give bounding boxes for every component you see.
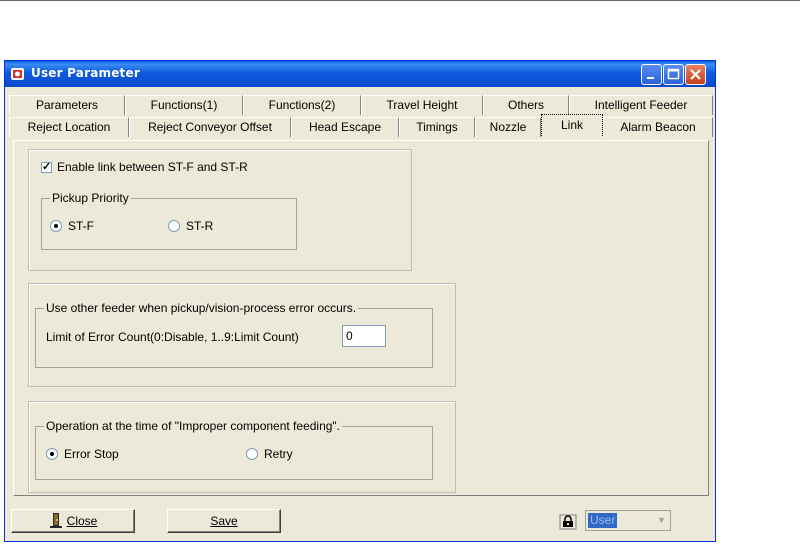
tab-intelligent-feeder[interactable]: Intelligent Feeder — [569, 95, 713, 115]
user-level-combo[interactable]: User ▼ — [585, 510, 671, 531]
operation-panel: Operation at the time of "Improper compo… — [28, 401, 456, 493]
st-f-label: ST-F — [68, 219, 94, 233]
save-button[interactable]: Save — [167, 509, 281, 533]
pickup-priority-title: Pickup Priority — [50, 191, 131, 205]
user-parameter-window: User Parameter Parameters Functions(1) F… — [4, 60, 716, 542]
tab-row-1: Parameters Functions(1) Functions(2) Tra… — [9, 95, 713, 115]
st-r-label: ST-R — [186, 219, 214, 233]
maximize-button[interactable] — [663, 64, 684, 85]
enable-link-row[interactable]: Enable link between ST-F and ST-R — [41, 160, 248, 174]
close-button[interactable]: Close — [11, 509, 135, 533]
st-f-radio[interactable] — [50, 220, 62, 232]
user-level-value: User — [588, 513, 618, 528]
limit-error-count-input[interactable] — [342, 325, 386, 347]
error-stop-label: Error Stop — [64, 447, 119, 461]
improper-feeding-group: Operation at the time of "Improper compo… — [35, 419, 433, 480]
chevron-down-icon[interactable]: ▼ — [654, 512, 669, 529]
exit-door-icon — [49, 513, 62, 528]
option-error-stop[interactable]: Error Stop — [46, 447, 119, 461]
tab-reject-location[interactable]: Reject Location — [9, 117, 129, 137]
tab-functions-1[interactable]: Functions(1) — [125, 95, 243, 115]
link-panel: Enable link between ST-F and ST-R Pickup… — [28, 149, 412, 271]
tab-reject-conveyor-offset[interactable]: Reject Conveyor Offset — [129, 117, 291, 137]
pickup-priority-group: Pickup Priority ST-F ST-R — [41, 191, 297, 250]
limit-error-label: Limit of Error Count(0:Disable, 1..9:Lim… — [46, 330, 299, 344]
close-icon — [690, 69, 701, 80]
option-retry[interactable]: Retry — [246, 447, 293, 461]
other-feeder-title: Use other feeder when pickup/vision-proc… — [44, 301, 359, 315]
error-panel: Use other feeder when pickup/vision-proc… — [28, 283, 456, 387]
enable-link-checkbox[interactable] — [41, 160, 52, 173]
tab-timings[interactable]: Timings — [399, 117, 475, 137]
error-stop-radio[interactable] — [46, 448, 58, 460]
option-st-f[interactable]: ST-F — [50, 219, 94, 233]
tab-link[interactable]: Link — [541, 114, 603, 136]
app-icon — [11, 68, 24, 80]
st-r-radio[interactable] — [168, 220, 180, 232]
tab-others[interactable]: Others — [483, 95, 569, 115]
retry-radio[interactable] — [246, 448, 258, 460]
tab-travel-height[interactable]: Travel Height — [361, 95, 483, 115]
other-feeder-group: Use other feeder when pickup/vision-proc… — [35, 301, 433, 368]
option-st-r[interactable]: ST-R — [168, 219, 213, 233]
retry-label: Retry — [264, 447, 293, 461]
tab-alarm-beacon[interactable]: Alarm Beacon — [603, 117, 713, 137]
tab-row-2: Reject Location Reject Conveyor Offset H… — [9, 114, 713, 137]
window-title: User Parameter — [31, 66, 140, 80]
footer-bar: Close Save User ▼ — [11, 506, 711, 536]
lock-icon[interactable] — [559, 514, 577, 530]
tab-functions-2[interactable]: Functions(2) — [243, 95, 361, 115]
tab-parameters[interactable]: Parameters — [9, 95, 125, 115]
close-window-button[interactable] — [685, 64, 706, 85]
maximize-icon — [667, 68, 680, 80]
save-label: Save — [210, 514, 238, 528]
enable-link-label: Enable link between ST-F and ST-R — [57, 160, 248, 174]
minimize-icon — [647, 77, 654, 79]
title-bar[interactable]: User Parameter — [5, 61, 715, 87]
tab-head-escape[interactable]: Head Escape — [291, 117, 399, 137]
improper-feeding-title: Operation at the time of "Improper compo… — [44, 419, 343, 433]
close-label: Close — [66, 514, 98, 528]
minimize-button[interactable] — [641, 64, 662, 85]
tab-content-link: Enable link between ST-F and ST-R Pickup… — [13, 140, 709, 496]
tab-nozzle[interactable]: Nozzle — [475, 117, 541, 137]
top-divider — [0, 0, 800, 1]
